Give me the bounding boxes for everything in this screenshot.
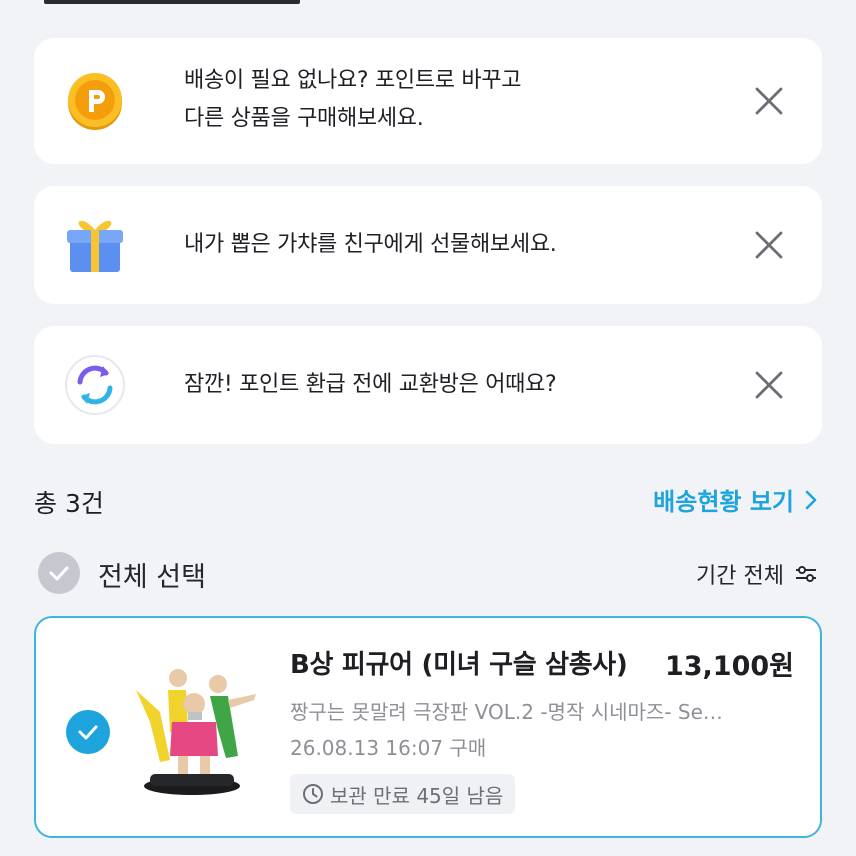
gift-box-icon [64, 212, 126, 274]
close-icon [755, 371, 783, 399]
notice-point-exchange: 배송이 필요 없나요? 포인트로 바꾸고 다른 상품을 구매해보세요. [34, 38, 822, 164]
select-all-checkbox[interactable] [38, 552, 80, 594]
close-notice-button[interactable] [746, 222, 792, 268]
clock-icon [303, 784, 323, 804]
check-icon [49, 566, 69, 581]
total-count: 총 3건 [34, 489, 104, 518]
close-notice-button[interactable] [746, 78, 792, 124]
item-purchase-date: 26.08.13 16:07 구매 [290, 736, 487, 760]
notice-point-exchange-text: 배송이 필요 없나요? 포인트로 바꾸고 다른 상품을 구매해보세요. [184, 62, 522, 138]
item-title: B상 피규어 (미녀 구슬 삼총사) [290, 650, 628, 680]
delivery-status-link[interactable]: 배송현황 보기 [653, 482, 818, 517]
select-all-label: 전체 선택 [98, 562, 206, 593]
storage-expiry-label: 보관 만료 45일 남음 [330, 783, 504, 808]
order-item-card[interactable]: B상 피규어 (미녀 구슬 삼총사) 13,100원 짱구는 못말려 극장판 V… [34, 616, 822, 838]
notice-line: 내가 뽑은 가챠를 친구에게 선물해보세요. [184, 232, 557, 257]
active-tab-indicator [44, 0, 300, 4]
delivery-status-label: 배송현황 보기 [653, 488, 794, 516]
notice-exchange-room: 잠깐! 포인트 환급 전에 교환방은 어때요? [34, 326, 822, 444]
check-icon [78, 725, 98, 740]
product-figure-image [130, 650, 266, 798]
item-subtitle: 짱구는 못말려 극장판 VOL.2 -명작 시네마즈- Se… [290, 700, 723, 724]
notice-line: 다른 상품을 구매해보세요. [184, 106, 424, 131]
close-icon [755, 87, 783, 115]
point-coin-icon [64, 70, 126, 132]
period-filter-label: 기간 전체 [696, 564, 784, 589]
storage-expiry-badge: 보관 만료 45일 남음 [290, 774, 516, 814]
notice-gift: 내가 뽑은 가챠를 친구에게 선물해보세요. [34, 186, 822, 304]
period-filter-button[interactable]: 기간 전체 [696, 558, 818, 590]
notice-line: 배송이 필요 없나요? 포인트로 바꾸고 [184, 68, 522, 93]
chevron-right-icon [805, 490, 817, 509]
notice-line: 잠깐! 포인트 환급 전에 교환방은 어때요? [184, 372, 557, 397]
item-price: 13,100원 [664, 651, 794, 682]
item-checkbox[interactable] [66, 710, 110, 754]
filter-sliders-icon [796, 566, 816, 582]
select-row: 전체 선택 기간 전체 [34, 548, 822, 600]
notice-exchange-room-text: 잠깐! 포인트 환급 전에 교환방은 어때요? [184, 366, 557, 404]
summary-row: 총 3건 배송현황 보기 [34, 480, 822, 522]
close-notice-button[interactable] [746, 362, 792, 408]
notice-gift-text: 내가 뽑은 가챠를 친구에게 선물해보세요. [184, 226, 557, 264]
exchange-refresh-icon [64, 354, 126, 416]
close-icon [755, 231, 783, 259]
